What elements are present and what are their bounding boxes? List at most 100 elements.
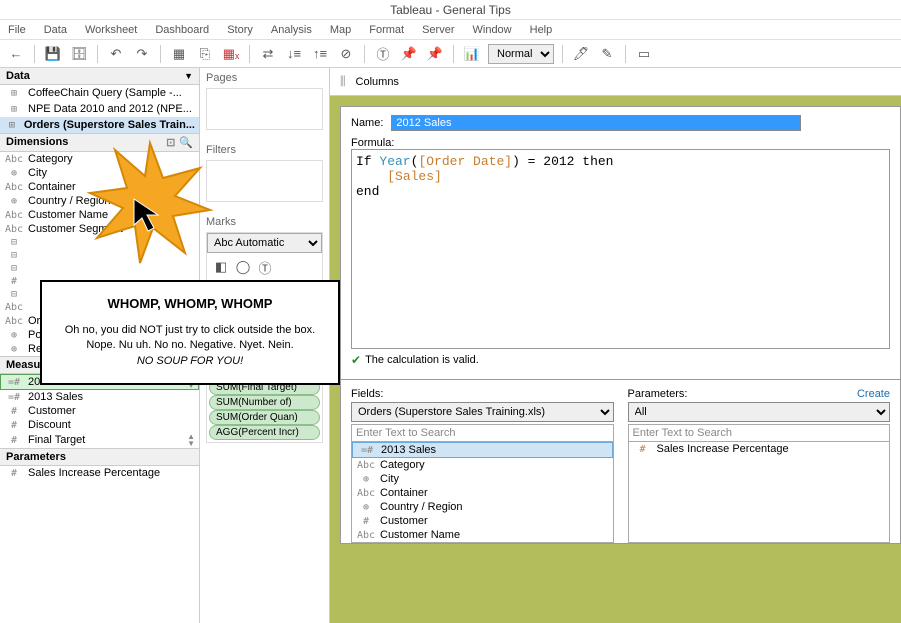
fields-source-select[interactable]: Orders (Superstore Sales Training.xls) <box>351 402 614 422</box>
create-parameter-link[interactable]: Create <box>857 388 890 400</box>
data-source-1[interactable]: ⊞NPE Data 2010 and 2012 (NPE... <box>0 101 199 117</box>
pages-shelf[interactable] <box>206 88 323 130</box>
name-label: Name: <box>351 117 383 129</box>
calc-number-icon: =# <box>4 377 24 388</box>
marks-label: Marks <box>200 212 329 232</box>
pin-icon[interactable]: 📌 <box>399 44 419 64</box>
new-sheet-icon[interactable]: ▦ <box>169 44 189 64</box>
mv-pill-7[interactable]: AGG(Percent Incr) <box>209 425 320 440</box>
menu-help[interactable]: Help <box>530 24 553 36</box>
worksheet-area: ⫼ Columns Name: Formula: If Year([Order … <box>330 68 901 623</box>
menu-file[interactable]: File <box>8 24 26 36</box>
overlay-title: WHOMP, WHOMP, WHOMP <box>52 296 328 311</box>
field-row-customer-name[interactable]: AbcCustomer Name <box>352 528 613 542</box>
formula-label: Formula: <box>351 137 890 149</box>
formula-editor[interactable]: If Year([Order Date]) = 2012 then [Sales… <box>351 149 890 349</box>
presentation-icon[interactable]: ▭ <box>634 44 654 64</box>
field-row-category[interactable]: AbcCategory <box>352 458 613 472</box>
menu-window[interactable]: Window <box>473 24 512 36</box>
field-row-2013-sales[interactable]: =#2013 Sales <box>352 442 613 458</box>
text-type-icon: Abc <box>4 182 24 193</box>
mv-pill-5[interactable]: SUM(Number of) <box>209 395 320 410</box>
menubar: File Data Worksheet Dashboard Story Anal… <box>0 20 901 40</box>
menu-worksheet[interactable]: Worksheet <box>85 24 137 36</box>
redo-icon[interactable]: ↷ <box>132 44 152 64</box>
measure-2013-sales[interactable]: =#2013 Sales <box>0 390 199 404</box>
menu-dashboard[interactable]: Dashboard <box>155 24 209 36</box>
data-source-0[interactable]: ⊞CoffeeChain Query (Sample -... <box>0 85 199 101</box>
fields-list[interactable]: =#2013 Sales AbcCategory ⊕City AbcContai… <box>351 442 614 543</box>
calc-name-input[interactable] <box>391 115 801 131</box>
field-row-city[interactable]: ⊕City <box>352 472 613 486</box>
measure-customer[interactable]: #Customer <box>0 404 199 418</box>
data-menu-icon[interactable]: ▼ <box>184 71 193 81</box>
columns-shelf[interactable]: ⫼ Columns <box>330 68 901 96</box>
params-list[interactable]: #Sales Increase Percentage <box>628 442 891 543</box>
marks-card: Abc Automatic ◧ ◯ Ⓣ <box>206 232 323 282</box>
parameters-header: Parameters <box>0 448 199 466</box>
data-source-icon[interactable]: 🗄 <box>69 44 89 64</box>
menu-story[interactable]: Story <box>227 24 253 36</box>
check-icon: ✔ <box>351 353 361 367</box>
annotate-icon[interactable]: ✎ <box>597 44 617 64</box>
calculated-field-dialog: Name: Formula: If Year([Order Date]) = 2… <box>340 106 901 380</box>
field-row-customer[interactable]: #Customer <box>352 514 613 528</box>
size-icon[interactable]: ◯ <box>233 257 253 277</box>
group-icon[interactable]: ⊘ <box>336 44 356 64</box>
menu-data[interactable]: Data <box>44 24 67 36</box>
label-icon[interactable]: Ⓣ <box>373 44 393 64</box>
params-label: Parameters: <box>628 388 688 400</box>
measure-final-target[interactable]: #Final Target▲▼ <box>0 432 199 448</box>
pin2-icon[interactable]: 📌 <box>425 44 445 64</box>
clear-icon[interactable]: ▦ₓ <box>221 44 241 64</box>
swap-icon[interactable]: ⇄ <box>258 44 278 64</box>
text-type-icon: Abc <box>4 154 24 165</box>
fields-label: Fields: <box>351 388 614 400</box>
text-icon[interactable]: Ⓣ <box>255 257 275 277</box>
db-icon: ⊞ <box>4 88 24 99</box>
params-search[interactable]: Enter Text to Search <box>628 424 891 442</box>
menu-format[interactable]: Format <box>369 24 404 36</box>
window-title: Tableau - General Tips <box>0 0 901 20</box>
text-type-icon: Abc <box>4 224 24 235</box>
pages-shelf-label: Pages <box>200 68 329 88</box>
param-row-sales-increase[interactable]: #Sales Increase Percentage <box>629 442 890 456</box>
data-source-2[interactable]: ⊞Orders (Superstore Sales Train... <box>0 117 199 133</box>
geo-type-icon: ⊕ <box>4 196 24 207</box>
save-icon[interactable]: 💾 <box>43 44 63 64</box>
field-row-country[interactable]: ⊕Country / Region <box>352 500 613 514</box>
menu-map[interactable]: Map <box>330 24 351 36</box>
columns-icon: ⫼ <box>340 74 346 89</box>
toolbar: ← 💾 🗄 ↶ ↷ ▦ ⎘ ▦ₓ ⇄ ↓≡ ↑≡ ⊘ Ⓣ 📌 📌 📊 Norma… <box>0 40 901 68</box>
db-icon: ⊞ <box>4 120 20 131</box>
db-icon: ⊞ <box>4 104 24 115</box>
geo-type-icon: ⊕ <box>4 168 24 179</box>
data-header: Data ▼ <box>0 68 199 85</box>
fields-search[interactable]: Enter Text to Search <box>351 424 614 442</box>
fields-panel: Fields: Orders (Superstore Sales Trainin… <box>340 380 901 544</box>
filters-shelf[interactable] <box>206 160 323 202</box>
param-sales-increase[interactable]: #Sales Increase Percentage <box>0 466 199 480</box>
filters-shelf-label: Filters <box>200 140 329 160</box>
overlay-line2: Nope. Nu uh. No no. Negative. Nyet. Nein… <box>52 338 328 353</box>
duplicate-icon[interactable]: ⎘ <box>195 44 215 64</box>
cursor-arrow-graphic <box>130 195 170 235</box>
menu-server[interactable]: Server <box>422 24 454 36</box>
chart-icon[interactable]: 📊 <box>462 44 482 64</box>
sort-desc-icon[interactable]: ↑≡ <box>310 44 330 64</box>
back-icon[interactable]: ← <box>6 44 26 64</box>
params-scope-select[interactable]: All <box>628 402 891 422</box>
undo-icon[interactable]: ↶ <box>106 44 126 64</box>
mv-pill-6[interactable]: SUM(Order Quan) <box>209 410 320 425</box>
measure-discount[interactable]: #Discount <box>0 418 199 432</box>
field-row-container[interactable]: AbcContainer <box>352 486 613 500</box>
validation-status: ✔ The calculation is valid. <box>351 349 890 371</box>
text-type-icon: Abc <box>4 210 24 221</box>
marks-type-select[interactable]: Abc Automatic <box>207 233 322 253</box>
menu-analysis[interactable]: Analysis <box>271 24 312 36</box>
overlay-line3: NO SOUP FOR YOU! <box>52 354 328 369</box>
fit-select[interactable]: Normal <box>488 44 554 64</box>
sort-asc-icon[interactable]: ↓≡ <box>284 44 304 64</box>
overlay-line1: Oh no, you did NOT just try to click out… <box>52 323 328 338</box>
highlight-icon[interactable]: 🖊 <box>571 44 591 64</box>
